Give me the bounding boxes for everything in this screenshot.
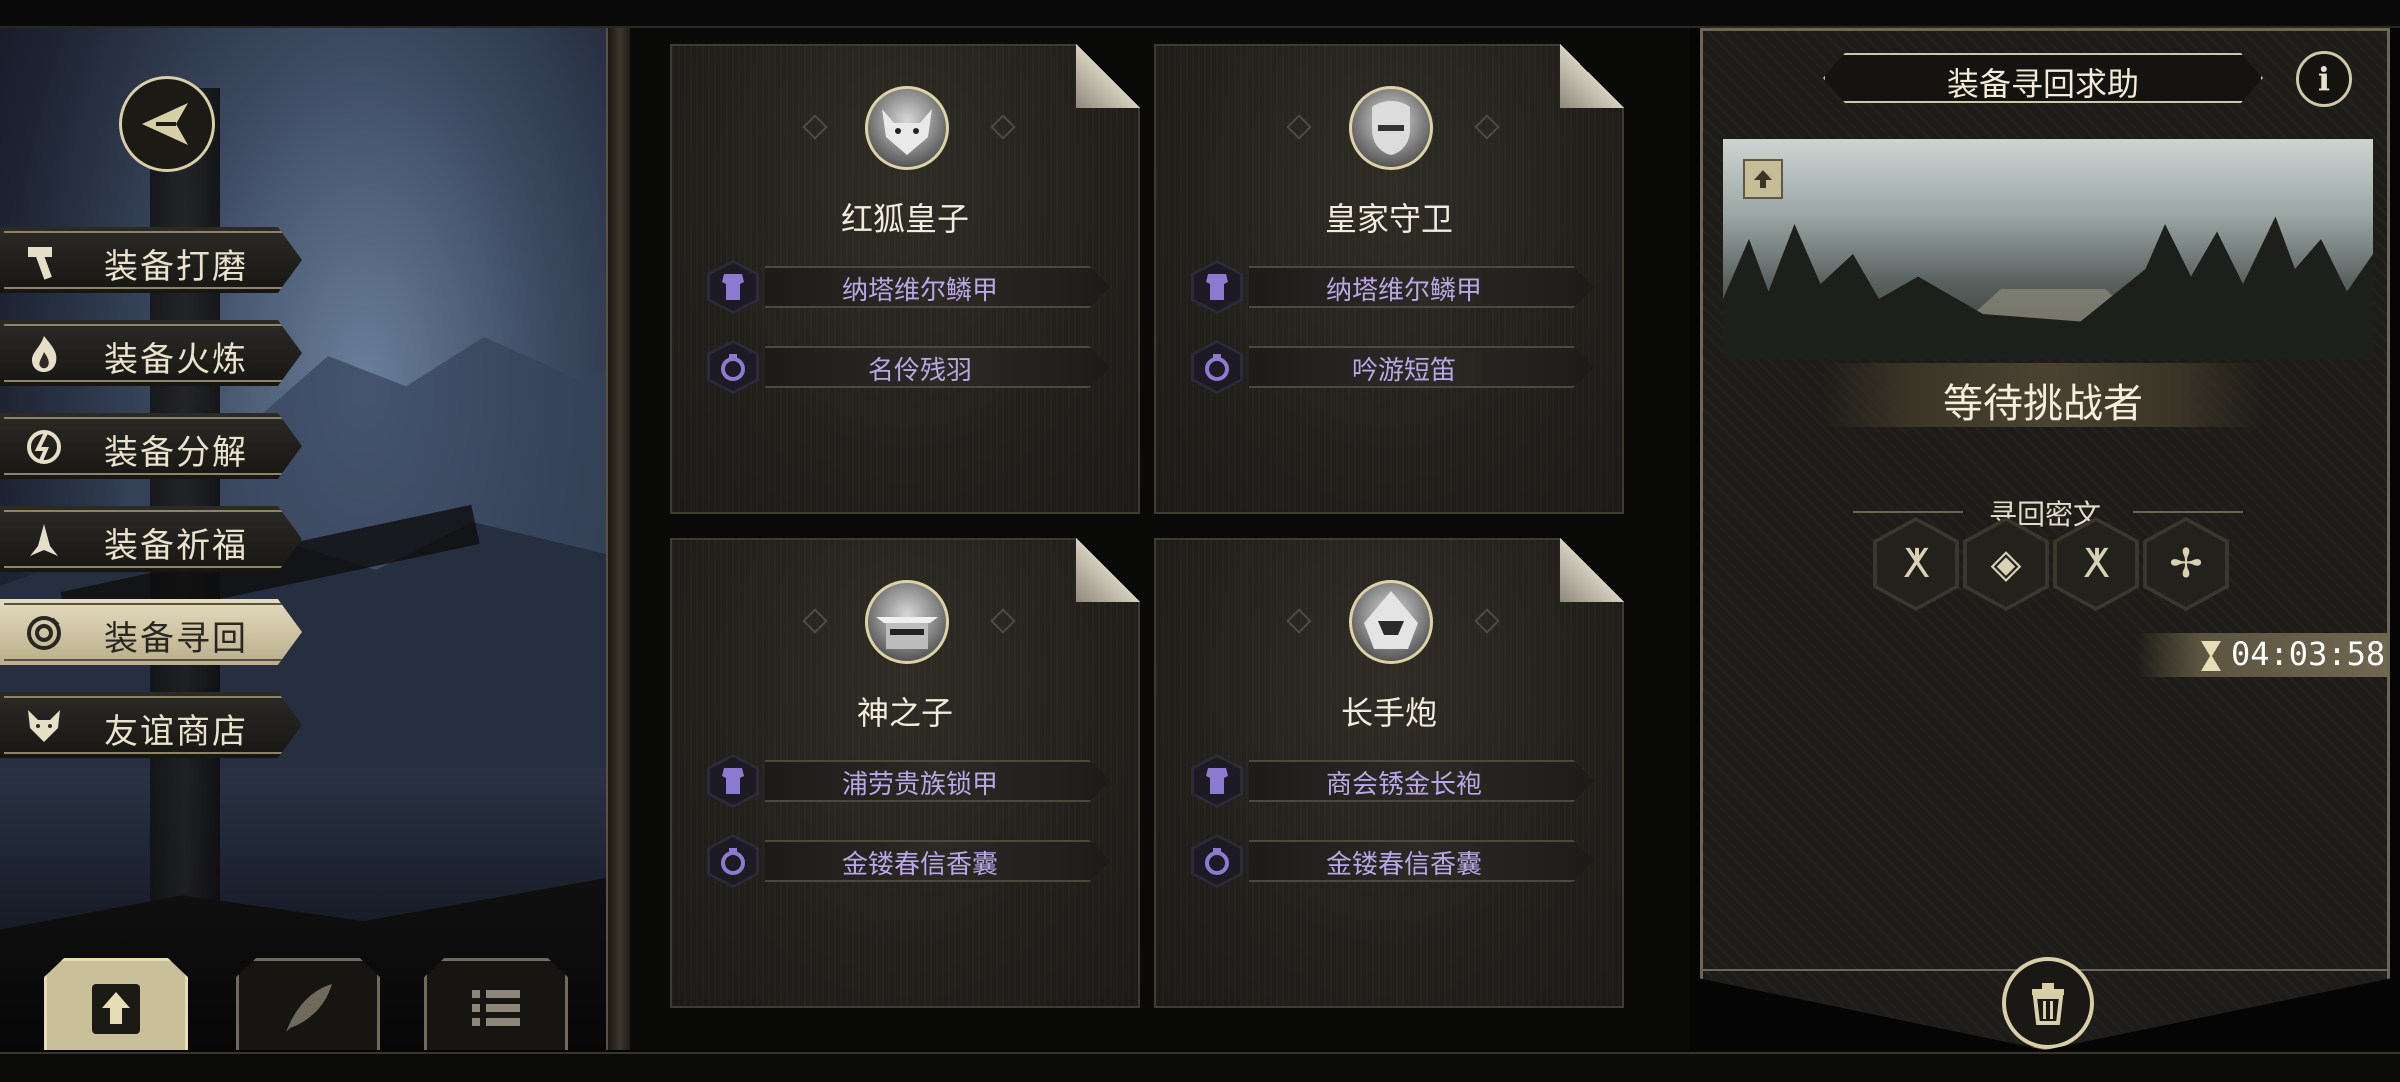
guard-portrait <box>1349 86 1433 170</box>
tab-upload[interactable] <box>44 958 188 1050</box>
rune-icon: ⵅ <box>1902 541 1930 587</box>
countdown-timer: 04:03:58 <box>2137 633 2387 677</box>
character-name: 神之子 <box>856 694 953 732</box>
arrow-up-icon <box>1754 170 1772 188</box>
equipment-slot-ring[interactable]: 金镂春信香囊 <box>1191 834 1596 888</box>
equipment-slot-ring[interactable]: 吟游短笛 <box>1191 340 1596 394</box>
equipment-slot-armor[interactable]: 浦劳贵族锁甲 <box>707 754 1112 808</box>
top-bar <box>0 0 2400 28</box>
hourglass-icon <box>2201 641 2221 671</box>
panel-title: 装备寻回求助 <box>1946 65 2139 103</box>
masked-portrait <box>865 580 949 664</box>
menu-item-fire[interactable]: 装备火炼 <box>0 320 302 386</box>
trash-icon <box>2032 983 2064 1025</box>
hooded-portrait <box>1349 580 1433 664</box>
delete-button[interactable] <box>2002 957 2094 1049</box>
back-arrow-icon <box>142 103 188 145</box>
equipment-name: 金镂春信香囊 <box>1325 850 1482 880</box>
list-icon <box>472 989 520 1026</box>
rune-icon: ◈ <box>1990 541 2022 587</box>
rune-icon: ✢ <box>2169 541 2203 587</box>
menu-item-shop[interactable]: 友谊商店 <box>0 692 302 758</box>
ring-icon <box>707 340 759 394</box>
ring-icon <box>1191 834 1243 888</box>
menu-label: 友谊商店 <box>104 712 248 752</box>
armor-icon <box>707 754 759 808</box>
flame-icon <box>24 334 64 374</box>
hammer-icon <box>24 241 64 281</box>
menu-label: 装备火炼 <box>104 340 248 380</box>
status-text: 等待挑战者 <box>1943 381 2143 427</box>
character-name: 红狐皇子 <box>840 200 969 238</box>
menu-item-decompose[interactable]: 装备分解 <box>0 413 302 479</box>
menu-label: 装备祈福 <box>104 526 248 566</box>
menu-item-pray[interactable]: 装备祈福 <box>0 506 302 572</box>
info-button[interactable]: i <box>2296 51 2352 107</box>
center-area: 红狐皇子 纳塔维尔鳞甲 名伶残羽 皇家守卫 纳塔维尔鳞甲 吟游短笛 神之子 浦劳… <box>630 28 1690 1050</box>
upload-icon <box>92 983 140 1034</box>
equipment-name: 浦劳贵族锁甲 <box>841 770 998 800</box>
armor-icon <box>1191 260 1243 314</box>
character-card[interactable]: 神之子 浦劳贵族锁甲 金镂春信香囊 <box>670 538 1140 1008</box>
character-name: 皇家守卫 <box>1324 200 1453 238</box>
character-name: 长手炮 <box>1340 694 1437 732</box>
equipment-slot-ring[interactable]: 金镂春信香囊 <box>707 834 1112 888</box>
armor-icon <box>707 260 759 314</box>
rune-icon: ⵅ <box>2082 541 2110 587</box>
scene-trees <box>1723 216 2373 359</box>
tab-feather[interactable] <box>236 958 380 1050</box>
menu-label: 装备打磨 <box>104 247 248 287</box>
armor-icon <box>1191 754 1243 808</box>
challenge-scene-image <box>1723 139 2373 359</box>
panel-title-frame: 装备寻回求助 <box>1823 53 2263 103</box>
menu-item-polish[interactable]: 装备打磨 <box>0 227 302 293</box>
feather-icon <box>286 983 332 1032</box>
timer-text: 04:03:58 <box>2231 635 2386 673</box>
bottom-bar <box>0 1052 2400 1082</box>
decompose-icon <box>24 427 64 467</box>
equipment-slot-ring[interactable]: 名伶残羽 <box>707 340 1112 394</box>
menu-label: 装备分解 <box>104 433 248 473</box>
retrieve-help-panel: 装备寻回求助 i 等待挑战者 寻回密文 ⵅ ◈ ⵅ ✢ 04:03:58 <box>1700 28 2390 1050</box>
equipment-name: 名伶残羽 <box>867 356 972 386</box>
equipment-name: 纳塔维尔鳞甲 <box>841 276 998 306</box>
fox-icon <box>24 706 64 746</box>
info-icon: i <box>2317 60 2331 98</box>
scene-expand-button[interactable] <box>1743 159 1783 199</box>
back-button[interactable] <box>119 76 215 172</box>
cipher-heading: 寻回密文 <box>1988 498 2101 531</box>
menu-label: 装备寻回 <box>104 619 248 659</box>
equipment-slot-armor[interactable]: 纳塔维尔鳞甲 <box>1191 260 1596 314</box>
character-card[interactable]: 长手炮 商会锈金长袍 金镂春信香囊 <box>1154 538 1624 1008</box>
equipment-name: 金镂春信香囊 <box>841 850 998 880</box>
equipment-slot-armor[interactable]: 纳塔维尔鳞甲 <box>707 260 1112 314</box>
ring-icon <box>707 834 759 888</box>
character-card[interactable]: 皇家守卫 纳塔维尔鳞甲 吟游短笛 <box>1154 44 1624 514</box>
status-banner: 等待挑战者 <box>1823 363 2263 427</box>
tab-list[interactable] <box>424 958 568 1050</box>
retrieve-icon <box>24 613 64 653</box>
character-card[interactable]: 红狐皇子 纳塔维尔鳞甲 名伶残羽 <box>670 44 1140 514</box>
equipment-slot-armor[interactable]: 商会锈金长袍 <box>1191 754 1596 808</box>
fox-portrait <box>865 86 949 170</box>
equipment-name: 吟游短笛 <box>1351 356 1456 386</box>
equipment-name: 纳塔维尔鳞甲 <box>1325 276 1482 306</box>
divider-line <box>2133 511 2243 513</box>
ring-icon <box>1191 340 1243 394</box>
menu-item-retrieve[interactable]: 装备寻回 <box>0 599 302 665</box>
pray-icon <box>24 520 64 560</box>
equipment-name: 商会锈金长袍 <box>1325 770 1482 800</box>
left-panel: 装备打磨 装备火炼 装备分解 装备祈福 装备寻回 友谊商店 <box>0 28 606 1050</box>
